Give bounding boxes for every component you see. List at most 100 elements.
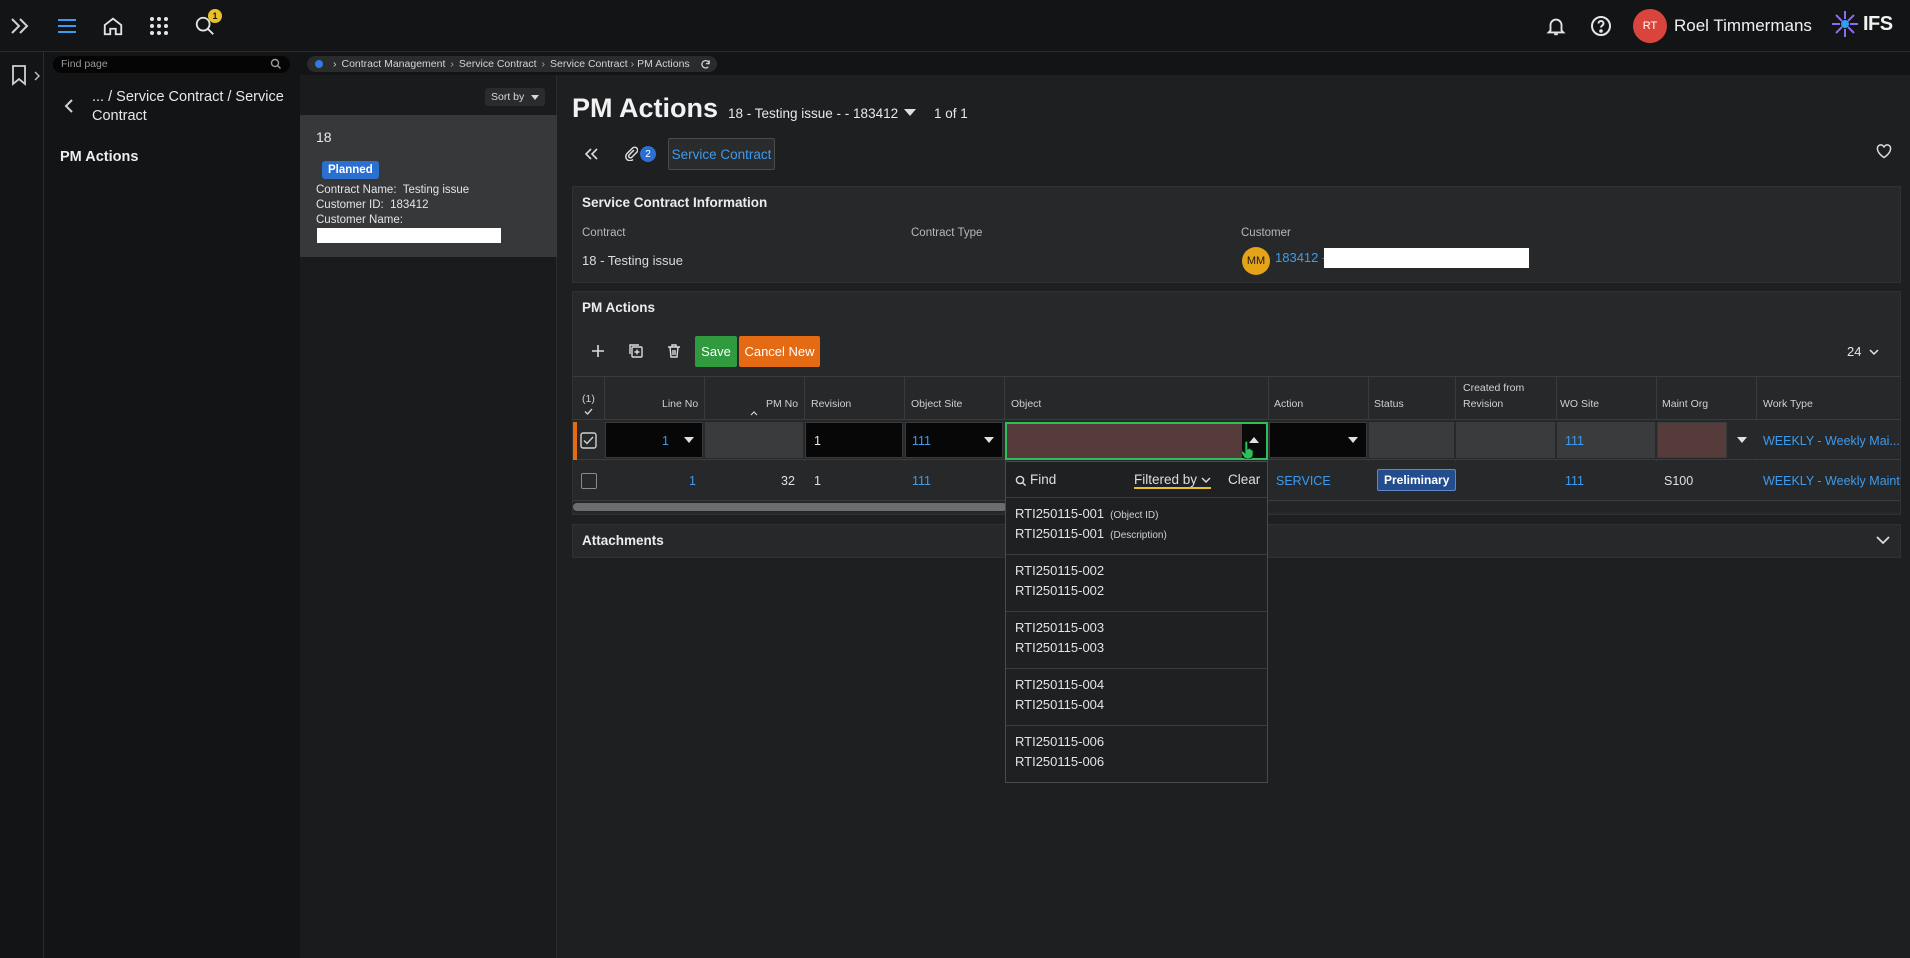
object-site-value: 111 (912, 434, 932, 448)
breadcrumb-item-3[interactable]: Service Contract (550, 58, 628, 70)
section-title: PM Actions (582, 300, 656, 315)
col-action[interactable]: Action (1274, 397, 1303, 412)
caret-down-icon (531, 95, 540, 100)
maint-org-value: S100 (1664, 474, 1694, 488)
list-item[interactable]: RTI250115-006 RTI250115-006 (1006, 726, 1267, 783)
col-object[interactable]: Object (1011, 397, 1041, 412)
action-value[interactable]: SERVICE (1276, 473, 1331, 489)
menu-icon[interactable] (53, 12, 81, 40)
attachments-count-badge: 2 (640, 146, 656, 162)
scrollbar-thumb[interactable] (573, 503, 1007, 511)
bookmark-icon[interactable] (8, 64, 30, 86)
col-line-no[interactable]: Line No (662, 397, 698, 412)
sort-by-label: Sort by (491, 91, 525, 103)
col-revision[interactable]: Revision (811, 397, 851, 412)
status-badge: Planned (322, 161, 379, 179)
breadcrumb-item-2[interactable]: Service Contract (459, 58, 537, 70)
record-id: 18 (316, 129, 332, 145)
delete-icon[interactable] (665, 342, 683, 360)
pm-no-value: 32 (781, 474, 795, 488)
refresh-icon[interactable] (700, 59, 711, 70)
list-item[interactable]: RTI250115-001 (Object ID) RTI250115-001 (D… (1006, 498, 1267, 555)
collapse-panel-icon[interactable] (583, 147, 599, 161)
lov-find-input[interactable]: Find (1030, 472, 1056, 487)
section-title: Attachments (582, 533, 664, 548)
add-icon[interactable] (589, 342, 607, 360)
apps-grid-icon[interactable] (145, 12, 173, 40)
list-item[interactable]: RTI250115-004 RTI250115-004 (1006, 669, 1267, 726)
caret-down-icon[interactable] (984, 437, 994, 443)
home-icon[interactable] (99, 12, 127, 40)
user-menu[interactable]: RT Roel Timmermans (1633, 9, 1812, 43)
chevron-right-icon[interactable] (33, 71, 41, 81)
list-item[interactable]: RTI250115-002 RTI250115-002 (1006, 555, 1267, 612)
filtered-by-button[interactable]: Filtered by (1134, 472, 1211, 489)
col-created-from-1[interactable]: Created from (1463, 381, 1524, 396)
breadcrumb-item-4: PM Actions (637, 58, 690, 70)
duplicate-icon[interactable] (627, 342, 645, 360)
col-pm-no[interactable]: PM No (766, 397, 798, 412)
lov-item-id: RTI250115-002 (1015, 563, 1105, 578)
lov-item-desc: RTI250115-002 (1015, 583, 1105, 598)
wo-site-value[interactable]: 111 (1565, 473, 1584, 489)
checkbox-checked[interactable] (580, 432, 597, 449)
caret-down-icon[interactable] (904, 109, 916, 117)
col-wo-site[interactable]: WO Site (1560, 397, 1599, 412)
customer-id-line: Customer ID: 183412 (316, 199, 429, 211)
caret-down-icon[interactable] (1348, 437, 1358, 443)
filtered-by-label: Filtered by (1134, 472, 1198, 487)
object-site-value[interactable]: 111 (912, 473, 931, 489)
row-checkbox[interactable] (581, 473, 597, 489)
save-button[interactable]: Save (695, 336, 737, 367)
maint-org-input[interactable] (1657, 422, 1727, 458)
col-status[interactable]: Status (1374, 397, 1404, 412)
search-icon (270, 58, 281, 69)
object-input[interactable] (1005, 422, 1268, 460)
expand-navigation-icon[interactable] (8, 14, 32, 38)
help-icon[interactable] (1587, 12, 1615, 40)
back-arrow-icon[interactable] (62, 97, 76, 115)
caret-down-icon[interactable] (684, 437, 694, 443)
line-no-value: 1 (662, 434, 669, 448)
cancel-new-button[interactable]: Cancel New (739, 336, 820, 367)
bell-icon[interactable] (1542, 12, 1570, 40)
page-title: PM Actions (572, 93, 719, 123)
work-type-value[interactable]: WEEKLY - Weekly Mai... (1763, 433, 1900, 449)
col-object-site[interactable]: Object Site (911, 397, 962, 412)
caret-down-icon[interactable] (1737, 437, 1747, 443)
list-item[interactable]: RTI250115-003 RTI250115-003 (1006, 612, 1267, 669)
record-card[interactable]: 18 Planned Contract Name: Testing issue … (300, 115, 557, 257)
line-no-value[interactable]: 1 (689, 473, 696, 489)
lov-item-id: RTI250115-006 (1015, 734, 1105, 749)
page-size-select[interactable]: 24 (1847, 344, 1879, 359)
breadcrumb-item-1[interactable]: Contract Management (342, 58, 446, 70)
left-rail (0, 52, 44, 958)
nav-item-pm-actions[interactable]: PM Actions (60, 149, 138, 165)
find-page-input[interactable]: Find page (53, 56, 290, 73)
sort-by-button[interactable]: Sort by (485, 88, 546, 106)
col-created-from-2[interactable]: Revision (1463, 397, 1503, 412)
service-contract-button[interactable]: Service Contract (668, 138, 775, 170)
breadcrumb-sep-icon: › (541, 58, 546, 70)
sort-asc-icon[interactable] (750, 411, 758, 416)
paperclip-icon[interactable] (624, 145, 638, 161)
chevron-down-icon[interactable] (1876, 536, 1890, 545)
wo-site-value[interactable]: 111 (1565, 433, 1584, 449)
check-icon[interactable] (584, 408, 593, 415)
customer-link[interactable]: 183412 - (1275, 250, 1326, 265)
chevron-down-icon (1201, 477, 1211, 483)
col-maint-org[interactable]: Maint Org (1662, 397, 1708, 412)
search-icon[interactable]: 1 (191, 9, 222, 40)
record-selector[interactable]: 18 - Testing issue - - 183412 (728, 106, 898, 121)
section-title: Service Contract Information (582, 195, 768, 210)
redacted-field (1324, 248, 1529, 268)
nav-path[interactable]: ... / Service Contract / Service Contrac… (92, 88, 292, 126)
work-type-value[interactable]: WEEKLY - Weekly Mainte (1763, 473, 1900, 489)
col-work-type[interactable]: Work Type (1763, 397, 1813, 412)
description-hint: (Description) (1110, 530, 1167, 541)
lov-item-desc: RTI250115-001 (1015, 526, 1105, 541)
lov-item-desc: RTI250115-004 (1015, 697, 1105, 712)
heart-icon[interactable] (1876, 144, 1892, 159)
clear-button[interactable]: Clear (1228, 472, 1260, 487)
breadcrumb: › Contract Management › Service Contract… (307, 56, 717, 72)
